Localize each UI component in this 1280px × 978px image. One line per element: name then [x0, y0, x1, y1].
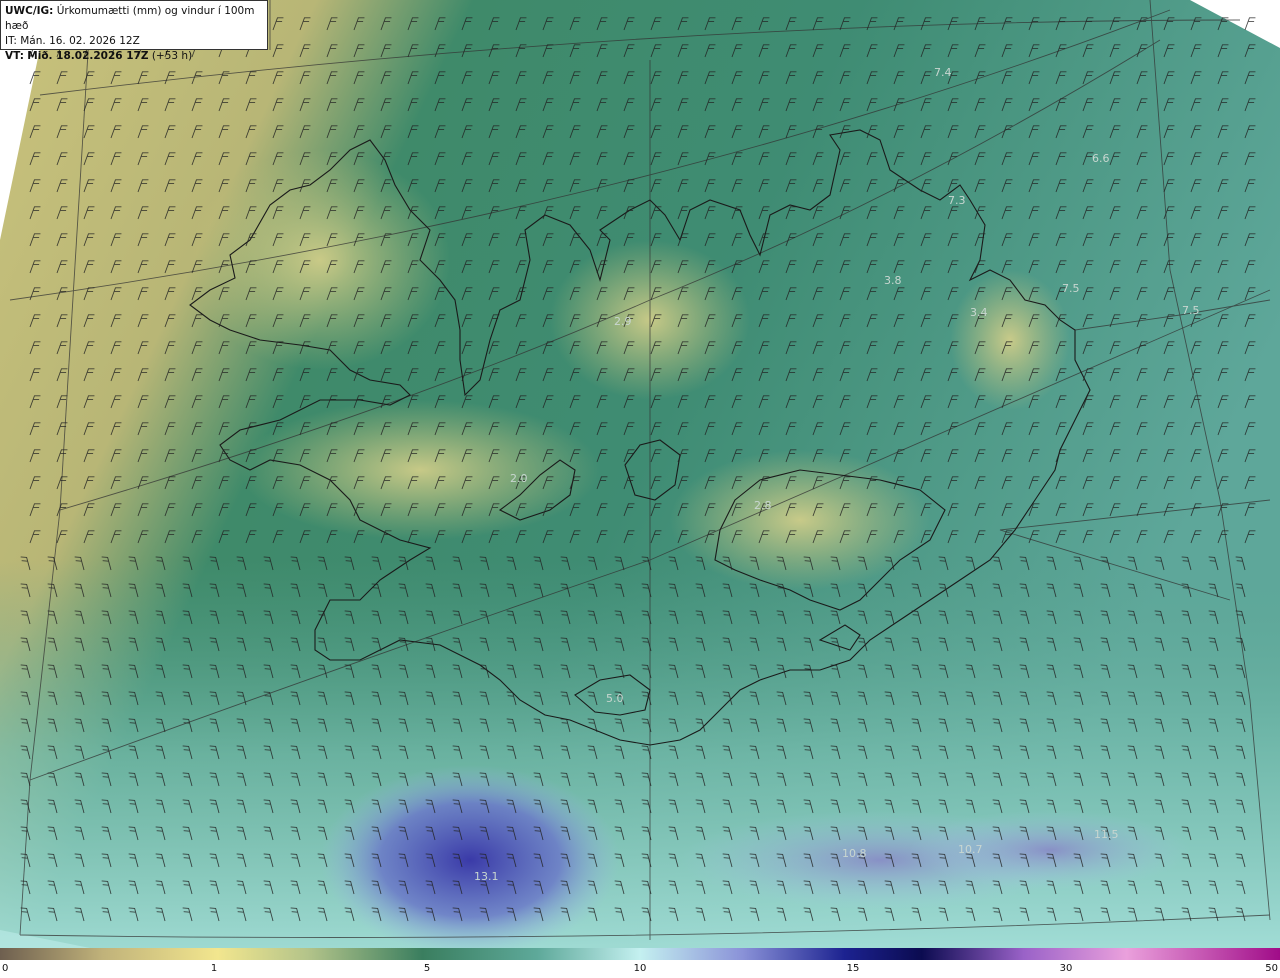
value-label: 2.0 [510, 472, 528, 485]
value-label: 13.1 [474, 870, 499, 883]
value-label: 5.0 [606, 692, 624, 705]
value-label: 3.4 [970, 306, 988, 319]
value-label: 7.3 [948, 194, 966, 207]
colorbar-tick: 0 [2, 963, 9, 974]
colorbar [0, 948, 1280, 960]
value-label: 10.7 [958, 843, 983, 856]
value-label: 6.6 [1092, 152, 1110, 165]
value-label: 7.5 [1062, 282, 1080, 295]
value-label: 2.9 [614, 315, 632, 328]
valid-time-line: VT: Mið. 18.02.2026 17Z (+53 h) [5, 49, 263, 64]
value-label: 10.8 [842, 847, 867, 860]
init-time: Mán. 16. 02. 2026 12Z [20, 35, 140, 47]
valid-label: VT: [5, 50, 24, 62]
precipitable-water-map: 7.4 6.6 7.3 3.8 7.5 7.5 3.4 2.9 2.8 2.0 … [0, 0, 1280, 948]
colorbar-tick: 5 [423, 963, 431, 974]
product-code: UWC/IG: [5, 5, 54, 17]
map-info-panel: UWC/IG: Úrkomumætti (mm) og vindur í 100… [0, 0, 268, 62]
title-line: UWC/IG: Úrkomumætti (mm) og vindur í 100… [5, 4, 263, 34]
colorbar-ticks: 0 1 5 10 15 30 50 [0, 960, 1280, 978]
colorbar-tick: 50 [1265, 963, 1278, 974]
init-time-line: IT: Mán. 16. 02. 2026 12Z [5, 34, 263, 49]
value-label: 3.8 [884, 274, 902, 287]
colorbar-tick: 30 [1059, 963, 1073, 974]
colorbar-tick: 15 [846, 963, 860, 974]
init-label: IT: [5, 35, 17, 47]
colorbar-tick: 1 [210, 963, 218, 974]
high-pwat-blob [320, 765, 620, 948]
value-label: 11.5 [1094, 828, 1119, 841]
colorbar-gradient [0, 948, 1280, 960]
colorbar-tick: 10 [633, 963, 647, 974]
high-pwat-blob-east2 [910, 810, 1190, 890]
value-label: 2.8 [754, 499, 772, 512]
value-label: 7.5 [1182, 304, 1200, 317]
lead-time: (+53 h) [151, 50, 193, 62]
value-label: 7.4 [934, 66, 952, 79]
valid-time: Mið. 18.02.2026 17Z [27, 50, 149, 62]
southern-moist-band [0, 560, 1280, 948]
